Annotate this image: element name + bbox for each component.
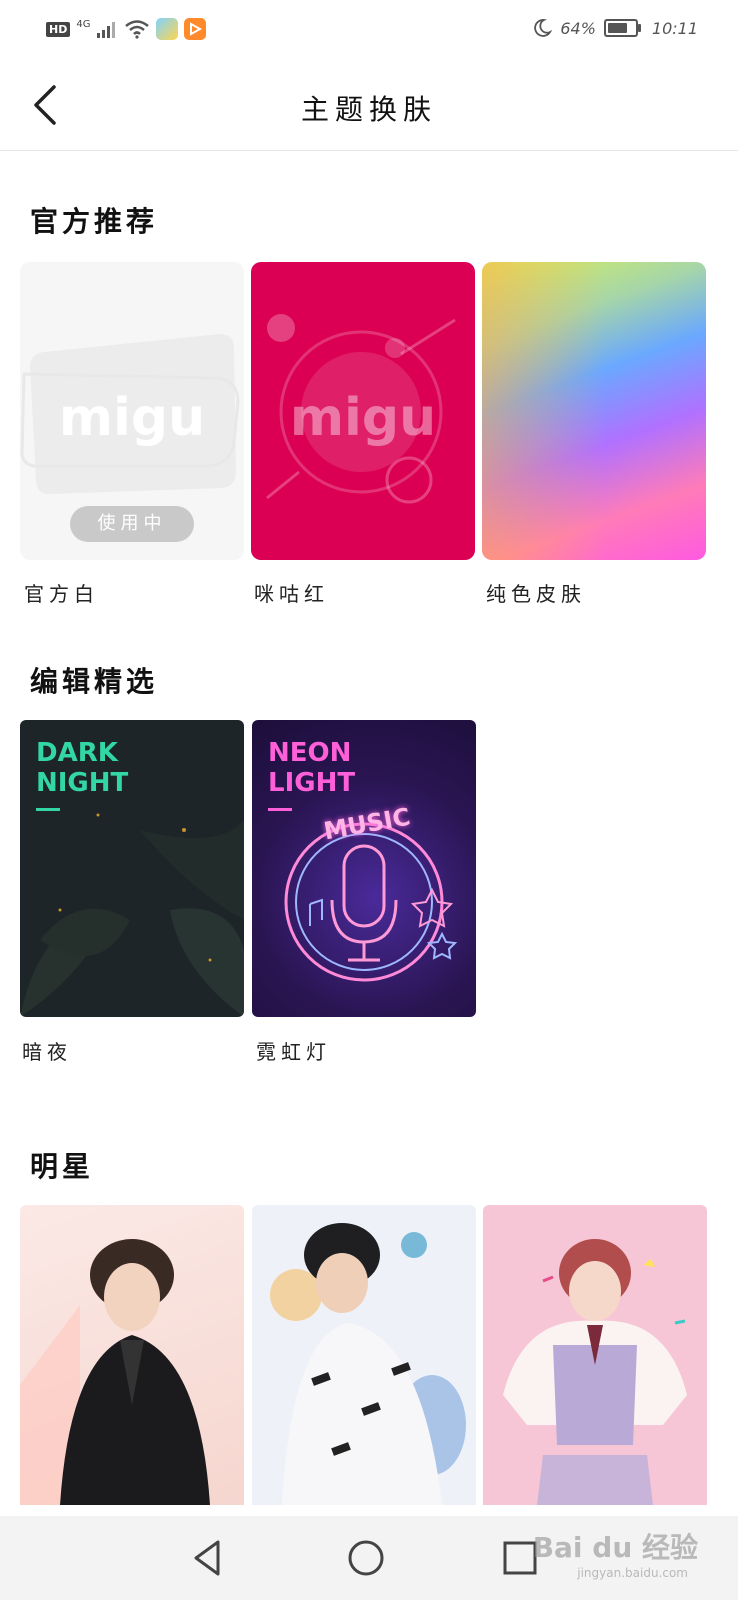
dark-night-title: DARK NIGHT [36, 738, 129, 798]
title-accent-line [268, 808, 292, 811]
nav-back-button[interactable] [188, 1536, 232, 1580]
video-app-icon [184, 18, 207, 40]
star-theme-card-2[interactable] [252, 1205, 476, 1505]
top-app-bar: 主题换肤 [0, 62, 738, 151]
section-title-official: 官方推荐 [30, 205, 159, 238]
status-left: HD 4G [46, 18, 207, 40]
migu-logo-text: migu [58, 388, 206, 448]
hd-badge: HD [46, 21, 71, 37]
battery-percent: 64% [560, 18, 596, 38]
theme-card-neon-light[interactable]: NEON LIGHT MUSIC [252, 720, 476, 1017]
wifi-icon [125, 20, 150, 39]
title-accent-line [36, 808, 60, 811]
page-title: 主题换肤 [300, 93, 437, 126]
star-photo-1 [20, 1239, 210, 1505]
theme-label-dark-night: 暗夜 [22, 1040, 72, 1064]
star-theme-card-1[interactable] [20, 1205, 244, 1505]
section-title-stars: 明星 [30, 1150, 95, 1183]
theme-card-dark-night[interactable]: DARK NIGHT [20, 720, 244, 1017]
moon-icon [534, 19, 553, 37]
migu-logo-text: migu [289, 388, 437, 448]
theme-card-official-white[interactable]: migu 使用中 [20, 262, 244, 560]
signal-icon [97, 22, 116, 38]
star-photo-2 [270, 1223, 466, 1505]
baidu-watermark: Bai du 经验 [532, 1531, 698, 1564]
nav-home-icon [348, 1540, 384, 1576]
nav-back-icon [194, 1540, 220, 1576]
theme-label-migu-red: 咪咕红 [254, 582, 329, 606]
app-notification-icon [156, 18, 179, 40]
star-theme-card-3[interactable] [483, 1205, 707, 1505]
section-title-editor-picks: 编辑精选 [30, 665, 159, 698]
nav-home-button[interactable] [344, 1536, 388, 1580]
in-use-badge: 使用中 [70, 506, 194, 542]
network-type: 4G [76, 18, 91, 30]
baidu-watermark-url: jingyan.baidu.com [577, 1566, 688, 1580]
theme-label-neon-light: 霓虹灯 [256, 1040, 331, 1064]
theme-label-solid-color: 纯色皮肤 [486, 582, 586, 606]
battery-icon [603, 19, 641, 37]
status-bar: HD 4G 64% 10:11 [0, 0, 738, 62]
clock: 10:11 [651, 18, 698, 38]
status-right: 64% 10:11 [532, 18, 698, 38]
star-photo-3 [503, 1239, 687, 1505]
neon-light-title: NEON LIGHT [268, 738, 356, 798]
theme-card-migu-red[interactable]: migu [251, 262, 475, 560]
theme-label-official-white: 官方白 [24, 582, 99, 606]
theme-card-solid-color[interactable] [482, 262, 706, 560]
